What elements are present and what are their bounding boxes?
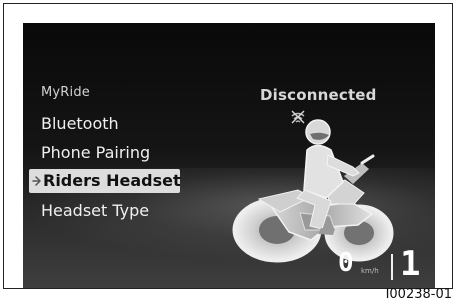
menu-item-headset-type[interactable]: Headset Type — [41, 201, 149, 220]
speed-unit: km/h — [361, 267, 379, 275]
menu-item-phone-pairing[interactable]: Phone Pairing — [41, 143, 150, 162]
rider-motorcycle-icon — [232, 119, 394, 263]
image-code: I00238-01 — [385, 287, 452, 302]
connection-status: Disconnected — [260, 86, 377, 104]
menu-title: MyRide — [41, 85, 91, 100]
gear-value: 1 — [400, 244, 421, 284]
speed-gear-display: 0 km/h 1 — [338, 244, 428, 284]
selection-arrow-icon — [32, 176, 41, 186]
device-frame: MyRide Bluetooth Phone Pairing Riders He… — [3, 3, 453, 289]
display-screen: MyRide Bluetooth Phone Pairing Riders He… — [23, 23, 435, 288]
display-separator — [391, 254, 393, 280]
selected-menu-label: Riders Headset — [43, 171, 181, 190]
menu-item-riders-headset[interactable]: Riders Headset — [29, 169, 181, 193]
speed-value: 0 — [338, 248, 354, 278]
menu-item-bluetooth[interactable]: Bluetooth — [41, 114, 119, 133]
